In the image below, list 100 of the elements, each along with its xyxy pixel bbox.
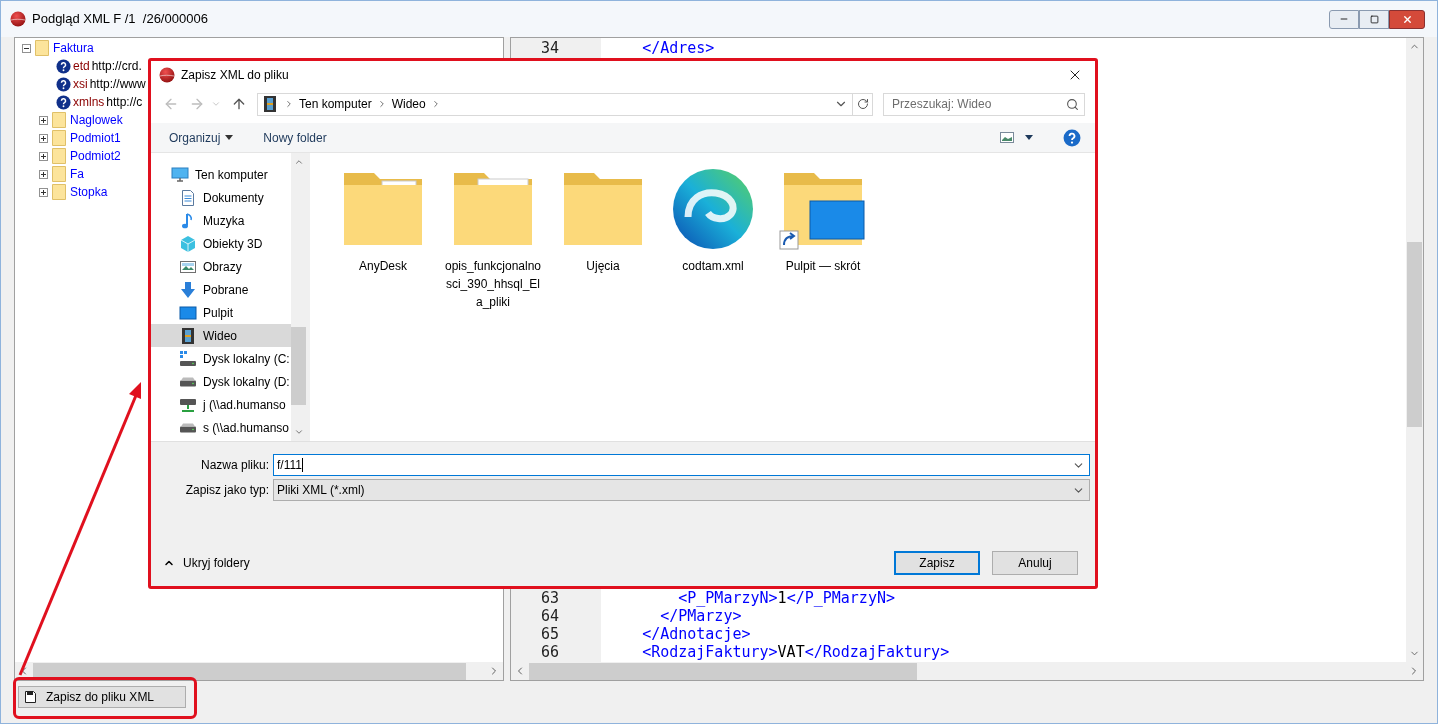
nav-item[interactable]: Obrazy	[151, 255, 291, 278]
dialog-button[interactable]: Anuluj	[992, 551, 1078, 575]
field-label: Nazwa pliku:	[199, 457, 270, 474]
nav-item[interactable]: Obiekty 3D	[151, 232, 291, 255]
tree-item[interactable]: Stopka	[70, 183, 108, 201]
tree-item[interactable]: Fa	[70, 165, 84, 183]
attribute-name: etd	[73, 58, 90, 75]
up-icon[interactable]	[231, 96, 247, 112]
nav-item[interactable]: Muzyka	[151, 209, 291, 232]
code-text: </Adres>	[641, 39, 715, 57]
download-icon	[179, 280, 197, 299]
line-number: 66	[539, 643, 559, 661]
attribute-value: http://crd.	[91, 58, 142, 75]
caret-icon	[225, 135, 234, 140]
nav-item[interactable]: Ten komputer	[151, 163, 291, 186]
attribute-value: http://www	[89, 76, 146, 93]
line-number: 65	[539, 625, 559, 643]
nav-item[interactable]: s (\\ad.humanso	[151, 416, 291, 439]
attribute-value: http://c	[106, 94, 143, 111]
nav-item[interactable]: Dysk lokalny (D:	[151, 370, 291, 393]
horizontal-scrollbar[interactable]	[511, 662, 1423, 680]
address-bar[interactable]: Ten komputer Wideo	[257, 92, 873, 116]
save-xml-button[interactable]: Zapisz do pliku XML	[18, 686, 186, 708]
file-type-dropdown[interactable]: Pliki XML (*.xml)	[273, 479, 1090, 501]
nav-item[interactable]: Dysk lokalny (C:	[151, 347, 291, 370]
dialog-title: Zapisz XML do pliku	[181, 67, 289, 84]
drive-icon	[179, 422, 197, 433]
expand-icon[interactable]	[39, 133, 48, 143]
folder-icon	[35, 40, 49, 56]
tree-item[interactable]: Podmiot2	[70, 147, 121, 165]
app-logo-icon	[159, 67, 175, 83]
expand-icon[interactable]	[39, 115, 48, 125]
code-text: <P_PMarzyN>1</P_PMarzyN>	[677, 589, 895, 607]
folder-icon	[52, 166, 66, 182]
breadcrumb-item[interactable]: Wideo	[391, 95, 426, 113]
scrollbar-thumb[interactable]	[1407, 242, 1422, 427]
window-title: Podgląd XML F /1 /26/000006	[32, 10, 208, 29]
tree-item[interactable]: Faktura	[53, 39, 94, 57]
film-icon	[179, 326, 197, 345]
tree-item[interactable]: Naglowek	[70, 111, 123, 129]
breadcrumb-item[interactable]: Ten komputer	[299, 95, 372, 113]
attribute-name: xsi	[73, 76, 88, 93]
forward-icon[interactable]	[189, 96, 205, 112]
nav-item[interactable]: Pobrane	[151, 278, 291, 301]
expand-icon[interactable]	[39, 169, 48, 179]
help-icon	[56, 76, 71, 92]
back-icon[interactable]	[163, 96, 179, 112]
scrollbar-thumb[interactable]	[529, 662, 917, 680]
nav-item[interactable]: Pulpit	[151, 301, 291, 324]
desktop-icon	[179, 303, 197, 322]
maximize-button[interactable]	[1359, 9, 1389, 29]
refresh-icon	[856, 98, 869, 110]
file-name[interactable]: Ujęcia	[553, 257, 653, 275]
expand-icon[interactable]	[39, 151, 48, 161]
field-value: f/111	[277, 457, 302, 474]
line-number: 34	[539, 39, 559, 57]
cube-icon	[179, 234, 197, 253]
file-name[interactable]: codtam.xml	[663, 257, 763, 275]
vertical-scrollbar[interactable]	[291, 153, 306, 441]
scrollbar-thumb[interactable]	[291, 327, 306, 405]
hide-folders-button[interactable]: Ukryj foldery	[163, 554, 250, 572]
code-text: </Adnotacje>	[641, 625, 751, 643]
attribute-name: xmlns	[73, 94, 105, 111]
history-caret-icon[interactable]	[211, 99, 221, 109]
help-icon	[1063, 128, 1081, 147]
file-name[interactable]: opis_funkcjonalnosci_390_hhsql_Ela_pliki	[443, 257, 543, 311]
drive-icon	[179, 376, 197, 387]
file-name-field[interactable]: f/111	[273, 454, 1090, 476]
breadcrumb-separator-icon	[284, 99, 294, 109]
close-button[interactable]	[1389, 9, 1425, 29]
tree-item[interactable]: Podmiot1	[70, 129, 121, 147]
caret-icon[interactable]	[1025, 135, 1033, 140]
nav-item[interactable]: Dokumenty	[151, 186, 291, 209]
organize-button[interactable]: Organizuj	[169, 128, 234, 147]
expand-icon[interactable]	[39, 187, 48, 197]
file-name[interactable]: AnyDesk	[333, 257, 433, 275]
film-icon	[261, 95, 279, 113]
new-folder-button[interactable]: Nowy folder	[263, 128, 327, 147]
nav-item[interactable]: Wideo	[151, 324, 291, 347]
folder-icon	[52, 184, 66, 200]
collapse-icon[interactable]	[22, 43, 31, 53]
maximize-icon	[1369, 14, 1379, 24]
file-name[interactable]: Pulpit — skrót	[773, 257, 873, 275]
folder-icon	[52, 112, 66, 128]
app-logo-icon	[10, 11, 26, 27]
view-icon[interactable]	[1000, 132, 1014, 143]
search-field[interactable]: Przeszukaj: Wideo	[883, 92, 1085, 116]
vertical-scrollbar[interactable]	[1406, 38, 1423, 662]
scroll-up-icon[interactable]	[293, 157, 304, 167]
drive-icon	[179, 349, 197, 368]
scroll-down-icon[interactable]	[293, 427, 304, 437]
minimize-button[interactable]	[1329, 9, 1359, 29]
folder-icon	[52, 148, 66, 164]
computer-icon	[171, 165, 189, 184]
folder-icon	[52, 130, 66, 146]
close-icon	[1401, 13, 1413, 25]
field-label: Zapisz jako typ:	[184, 482, 270, 499]
code-text: <RodzajFaktury>VAT</RodzajFaktury>	[641, 643, 950, 661]
dialog-button[interactable]: Zapisz	[894, 551, 980, 575]
nav-item[interactable]: j (\\ad.humanso	[151, 393, 291, 416]
